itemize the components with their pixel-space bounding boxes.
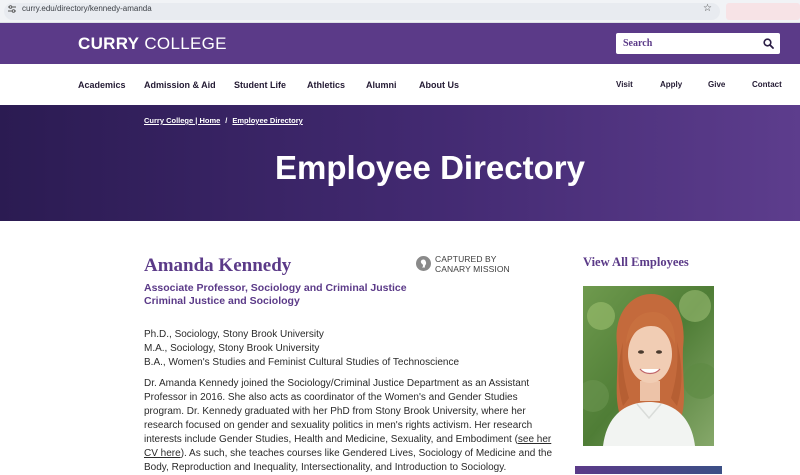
view-all-employees-link[interactable]: View All Employees	[583, 255, 689, 270]
nav-student-life[interactable]: Student Life	[234, 79, 286, 91]
sidebar-panel-edge	[575, 466, 722, 474]
nav-apply[interactable]: Apply	[660, 79, 682, 91]
degree-ma: M.A., Sociology, Stony Brook University	[144, 343, 320, 354]
page-title: Employee Directory	[275, 149, 585, 186]
breadcrumb-directory-link[interactable]: Employee Directory	[232, 116, 302, 125]
badge-line-1: CAPTURED BY	[435, 254, 497, 264]
employee-photo	[583, 286, 714, 446]
nav-admission-aid[interactable]: Admission & Aid	[144, 79, 216, 91]
browser-address-bar: curry.edu/directory/kennedy-amanda ☆	[0, 0, 800, 23]
search-input[interactable]	[623, 36, 755, 51]
nav-give[interactable]: Give	[708, 79, 725, 91]
badge-line-2: CANARY MISSION	[435, 264, 510, 274]
search-box[interactable]	[616, 33, 780, 54]
bookmark-star-icon[interactable]: ☆	[703, 3, 712, 14]
degree-phd: Ph.D., Sociology, Stony Brook University	[144, 329, 324, 340]
search-icon[interactable]	[763, 38, 774, 49]
nav-visit[interactable]: Visit	[616, 79, 633, 91]
curry-college-logo[interactable]: CURRY COLLEGE	[78, 34, 227, 54]
breadcrumb-separator: /	[225, 116, 228, 125]
browser-extension-area[interactable]	[726, 3, 800, 20]
bio-text-start: Dr. Amanda Kennedy joined the Sociology/…	[144, 378, 533, 445]
employee-title: Associate Professor, Sociology and Crimi…	[144, 282, 407, 294]
nav-about-us[interactable]: About Us	[419, 79, 459, 91]
employee-name: Amanda Kennedy	[144, 255, 292, 276]
degree-ba: B.A., Women's Studies and Feminist Cultu…	[144, 357, 460, 368]
employee-bio: Dr. Amanda Kennedy joined the Sociology/…	[144, 377, 554, 475]
bio-text-end: ). As such, she teaches courses like Gen…	[144, 448, 553, 473]
site-settings-icon[interactable]	[8, 5, 16, 13]
nav-alumni[interactable]: Alumni	[366, 79, 397, 91]
canary-mission-badge[interactable]: CAPTURED BY CANARY MISSION	[435, 254, 510, 274]
logo-light-text: COLLEGE	[144, 34, 227, 53]
canary-mission-icon	[416, 256, 431, 271]
breadcrumb-home-link[interactable]: Curry College | Home	[144, 116, 220, 125]
employee-department: Criminal Justice and Sociology	[144, 295, 300, 307]
nav-athletics[interactable]: Athletics	[307, 79, 345, 91]
nav-contact[interactable]: Contact	[752, 79, 782, 91]
nav-academics[interactable]: Academics	[78, 79, 126, 91]
url-text: curry.edu/directory/kennedy-amanda	[22, 4, 152, 13]
logo-bold-text: CURRY	[78, 34, 140, 53]
breadcrumb: Curry College | Home / Employee Directory	[144, 116, 303, 126]
